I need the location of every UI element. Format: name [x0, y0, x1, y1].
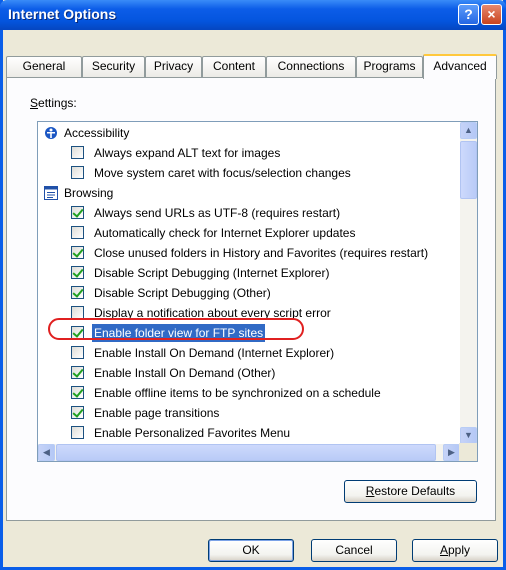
checkbox-checked[interactable] [71, 246, 84, 259]
checkbox-unchecked[interactable] [71, 306, 84, 319]
setting-label[interactable]: Disable Script Debugging (Other) [94, 283, 271, 303]
scroll-right-button[interactable]: ▶ [443, 444, 460, 461]
checkbox-unchecked[interactable] [71, 146, 84, 159]
category-label: Browsing [64, 186, 114, 200]
title-bar[interactable]: Internet Options ? × [0, 0, 506, 30]
setting-label[interactable]: Enable folder view for FTP sites [92, 324, 266, 342]
checkbox-checked[interactable] [71, 406, 84, 419]
setting-item[interactable]: Always expand ALT text for images [38, 143, 459, 163]
tab-advanced[interactable]: Advanced [423, 54, 497, 79]
setting-item[interactable]: Enable page transitions [38, 403, 459, 423]
chevron-down-icon: ▼ [464, 430, 473, 440]
settings-listbox[interactable]: ▲ ▼ ◀ ▶ Accessibility Always expand ALT t… [37, 121, 478, 462]
checkbox-checked[interactable] [71, 266, 84, 279]
setting-item[interactable]: Disable Script Debugging (Internet Explo… [38, 263, 459, 283]
setting-item[interactable]: Display a notification about every scrip… [38, 303, 459, 323]
chevron-right-icon: ▶ [448, 447, 455, 457]
setting-item[interactable]: Close unused folders in History and Favo… [38, 243, 459, 263]
vertical-scrollbar[interactable]: ▲ ▼ [460, 122, 477, 444]
setting-label[interactable]: Disable Script Debugging (Internet Explo… [94, 263, 329, 283]
window-title: Internet Options [8, 6, 117, 22]
setting-item[interactable]: Automatically check for Internet Explore… [38, 223, 459, 243]
settings-label: Settings: [30, 96, 77, 110]
checkbox-unchecked[interactable] [71, 346, 84, 359]
checkbox-checked[interactable] [71, 326, 84, 339]
tab-security[interactable]: Security [82, 56, 145, 77]
scroll-left-button[interactable]: ◀ [38, 444, 55, 461]
close-button[interactable]: × [481, 4, 502, 25]
checkbox-checked[interactable] [71, 366, 84, 379]
close-icon: × [487, 6, 496, 22]
setting-item[interactable]: Enable offline items to be synchronized … [38, 383, 459, 403]
setting-label[interactable]: Enable Install On Demand (Other) [94, 363, 275, 383]
setting-label[interactable]: Automatically check for Internet Explore… [94, 223, 355, 243]
tab-privacy[interactable]: Privacy [145, 56, 202, 77]
setting-item[interactable]: Always send URLs as UTF-8 (requires rest… [38, 203, 459, 223]
setting-item[interactable]: Enable Install On Demand (Other) [38, 363, 459, 383]
setting-label[interactable]: Enable page transitions [94, 403, 219, 423]
cancel-button[interactable]: Cancel [311, 539, 397, 562]
browsing-icon [44, 186, 58, 200]
setting-label[interactable]: Move system caret with focus/selection c… [94, 163, 351, 183]
ok-button[interactable]: OK [208, 539, 294, 562]
chevron-left-icon: ◀ [43, 447, 50, 457]
chevron-up-icon: ▲ [464, 125, 473, 135]
apply-button[interactable]: Apply [412, 539, 498, 562]
vertical-scroll-thumb[interactable] [460, 141, 477, 199]
checkbox-checked[interactable] [71, 386, 84, 399]
setting-label[interactable]: Display a notification about every scrip… [94, 303, 331, 323]
setting-label[interactable]: Always send URLs as UTF-8 (requires rest… [94, 203, 340, 223]
setting-label[interactable]: Enable offline items to be synchronized … [94, 383, 381, 403]
category-label: Accessibility [64, 126, 130, 140]
tab-connections[interactable]: Connections [266, 56, 356, 77]
category-accessibility: Accessibility [38, 123, 459, 143]
setting-item[interactable]: Enable folder view for FTP sites [38, 323, 459, 343]
setting-label[interactable]: Enable Install On Demand (Internet Explo… [94, 343, 334, 363]
checkbox-unchecked[interactable] [71, 426, 84, 439]
tab-programs[interactable]: Programs [356, 56, 423, 77]
tab-strip: General Security Privacy Content Connections… [6, 54, 497, 79]
setting-item[interactable]: Enable Personalized Favorites Menu [38, 423, 459, 443]
horizontal-scroll-thumb[interactable] [56, 444, 436, 461]
accessibility-icon [45, 127, 57, 139]
help-icon: ? [464, 6, 473, 22]
scrollbar-corner [459, 443, 477, 461]
setting-label[interactable]: Enable Personalized Favorites Menu [94, 423, 290, 443]
restore-defaults-button[interactable]: Restore Defaults [344, 480, 477, 503]
checkbox-checked[interactable] [71, 206, 84, 219]
checkbox-unchecked[interactable] [71, 166, 84, 179]
horizontal-scrollbar[interactable]: ◀ ▶ [38, 444, 460, 461]
setting-item[interactable]: Move system caret with focus/selection c… [38, 163, 459, 183]
checkbox-checked[interactable] [71, 286, 84, 299]
scroll-up-button[interactable]: ▲ [460, 122, 477, 139]
setting-item[interactable]: Disable Script Debugging (Other) [38, 283, 459, 303]
help-button[interactable]: ? [458, 4, 479, 25]
setting-label[interactable]: Always expand ALT text for images [94, 143, 280, 163]
setting-item[interactable]: Enable Install On Demand (Internet Explo… [38, 343, 459, 363]
setting-label[interactable]: Close unused folders in History and Favo… [94, 243, 428, 263]
scroll-down-button[interactable]: ▼ [460, 427, 477, 444]
tab-content[interactable]: Content [202, 56, 266, 77]
tab-general[interactable]: General [6, 56, 82, 77]
checkbox-unchecked[interactable] [71, 226, 84, 239]
category-browsing: Browsing [38, 183, 459, 203]
